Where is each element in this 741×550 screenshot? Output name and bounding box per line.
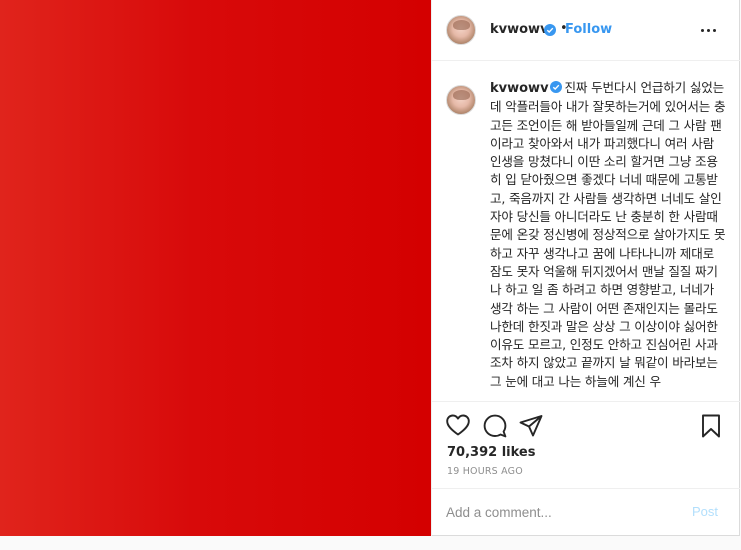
heart-icon[interactable] (446, 414, 470, 440)
caption-avatar[interactable] (446, 85, 476, 115)
post-card: kvwowv • Follow kvwowv 진짜 두번다시 언급하기 싫었는데 … (0, 0, 740, 536)
add-comment-section: Post (432, 488, 740, 536)
bookmark-icon[interactable] (700, 414, 722, 442)
comment-bubble-icon[interactable] (483, 414, 507, 442)
caption-username-link[interactable]: kvwowv (490, 81, 549, 96)
paper-plane-icon[interactable] (519, 414, 543, 442)
avatar[interactable] (446, 15, 476, 45)
post-caption: kvwowv 진짜 두번다시 언급하기 싫었는데 악플러들아 내가 잘못하는거에 … (490, 79, 726, 391)
follow-button[interactable]: Follow (565, 22, 612, 37)
comments-list[interactable]: kvwowv 진짜 두번다시 언급하기 싫었는데 악플러들아 내가 잘못하는거에 … (432, 61, 740, 401)
post-timestamp[interactable]: 19 HOURS AGO (447, 466, 523, 477)
username-link[interactable]: kvwowv (490, 22, 549, 37)
post-comment-button[interactable]: Post (692, 504, 718, 519)
comment-input[interactable] (446, 501, 666, 523)
post-actions: 70,392 likes 19 HOURS AGO Post (432, 401, 740, 535)
post-side-panel: kvwowv • Follow kvwowv 진짜 두번다시 언급하기 싫었는데 … (431, 0, 740, 536)
more-options-icon[interactable] (700, 22, 718, 38)
verified-badge-icon (549, 81, 562, 93)
caption-text: 진짜 두번다시 언급하기 싫었는데 악플러들아 내가 잘못하는거에 있어서는 충… (490, 80, 726, 389)
likes-count[interactable]: 70,392 likes (447, 445, 535, 460)
post-header: kvwowv • Follow (432, 0, 740, 61)
post-image[interactable] (0, 0, 431, 536)
verified-badge-icon (544, 24, 556, 36)
